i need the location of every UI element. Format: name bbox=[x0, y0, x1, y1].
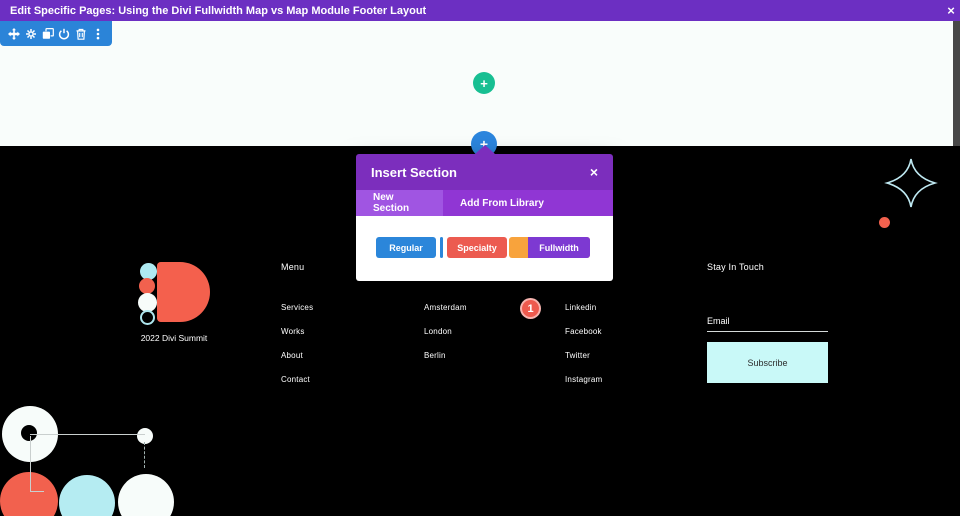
step-annotation-badge: 1 bbox=[520, 298, 541, 319]
footer-link-berlin[interactable]: Berlin bbox=[424, 351, 446, 360]
white-circle-decoration bbox=[118, 474, 174, 516]
connector-line bbox=[30, 491, 44, 492]
node-circle-decoration bbox=[137, 428, 153, 444]
delete-trash-icon[interactable] bbox=[75, 28, 87, 40]
footer-link-london[interactable]: London bbox=[424, 327, 452, 336]
footer-link-linkedin[interactable]: Linkedin bbox=[565, 303, 596, 312]
footer-link-facebook[interactable]: Facebook bbox=[565, 327, 602, 336]
page-title: Edit Specific Pages: Using the Divi Full… bbox=[10, 4, 427, 17]
footer-link-twitter[interactable]: Twitter bbox=[565, 351, 590, 360]
modal-notch bbox=[474, 145, 495, 154]
settings-gear-icon[interactable] bbox=[25, 28, 37, 40]
logo-circle-outline bbox=[140, 310, 155, 325]
admin-bar: Edit Specific Pages: Using the Divi Full… bbox=[0, 0, 960, 21]
email-field[interactable] bbox=[707, 310, 828, 332]
footer-link-contact[interactable]: Contact bbox=[281, 375, 310, 384]
insert-section-modal: Insert Section × New Section Add From Li… bbox=[356, 145, 613, 319]
add-module-button[interactable]: + bbox=[473, 72, 495, 94]
move-icon[interactable] bbox=[8, 27, 20, 40]
footer-link-services[interactable]: Services bbox=[281, 303, 313, 312]
teal-circle-decoration bbox=[59, 475, 115, 516]
coral-circle-decoration bbox=[0, 472, 58, 516]
footer-link-instagram[interactable]: Instagram bbox=[565, 375, 602, 384]
subscribe-button[interactable]: Subscribe bbox=[707, 342, 828, 383]
orange-dot-decoration bbox=[879, 217, 890, 228]
footer-link-about[interactable]: About bbox=[281, 351, 303, 360]
modal-title: Insert Section bbox=[371, 164, 457, 180]
divi-summit-logo bbox=[157, 262, 210, 322]
fullwidth-section-button[interactable]: Fullwidth bbox=[509, 237, 590, 258]
disable-power-icon[interactable] bbox=[58, 28, 70, 40]
options-dots-icon[interactable] bbox=[92, 28, 104, 40]
menu-heading: Menu bbox=[281, 262, 305, 272]
fullwidth-button-label: Fullwidth bbox=[528, 237, 590, 258]
tab-new-section[interactable]: New Section bbox=[356, 190, 443, 216]
donut-hole bbox=[21, 425, 37, 441]
divi-builder-page: Edit Specific Pages: Using the Divi Full… bbox=[0, 0, 960, 516]
connector-line bbox=[30, 434, 145, 435]
sparkle-star-decoration bbox=[884, 158, 938, 208]
modal-body: Regular Specialty Fullwidth 1 bbox=[356, 216, 613, 319]
specialty-section-button[interactable]: Specialty bbox=[447, 237, 507, 258]
logo-circle-coral bbox=[139, 278, 155, 294]
section-toolbar bbox=[0, 21, 112, 46]
button-divider bbox=[440, 237, 443, 258]
logo-caption: 2022 Divi Summit bbox=[140, 333, 208, 343]
close-icon[interactable]: × bbox=[590, 165, 598, 179]
modal-header: Insert Section × bbox=[356, 154, 613, 190]
newsletter-heading: Stay In Touch bbox=[707, 262, 764, 272]
duplicate-icon[interactable] bbox=[42, 27, 54, 40]
connector-line-dashed bbox=[144, 442, 145, 468]
close-icon[interactable]: × bbox=[943, 0, 959, 21]
connector-line bbox=[30, 436, 31, 491]
modal-tab-bar: New Section Add From Library bbox=[356, 190, 613, 216]
footer-link-amsterdam[interactable]: Amsterdam bbox=[424, 303, 467, 312]
footer-link-works[interactable]: Works bbox=[281, 327, 305, 336]
tab-add-from-library[interactable]: Add From Library bbox=[443, 190, 561, 216]
scrollbar[interactable] bbox=[953, 21, 960, 146]
regular-section-button[interactable]: Regular bbox=[376, 237, 436, 258]
